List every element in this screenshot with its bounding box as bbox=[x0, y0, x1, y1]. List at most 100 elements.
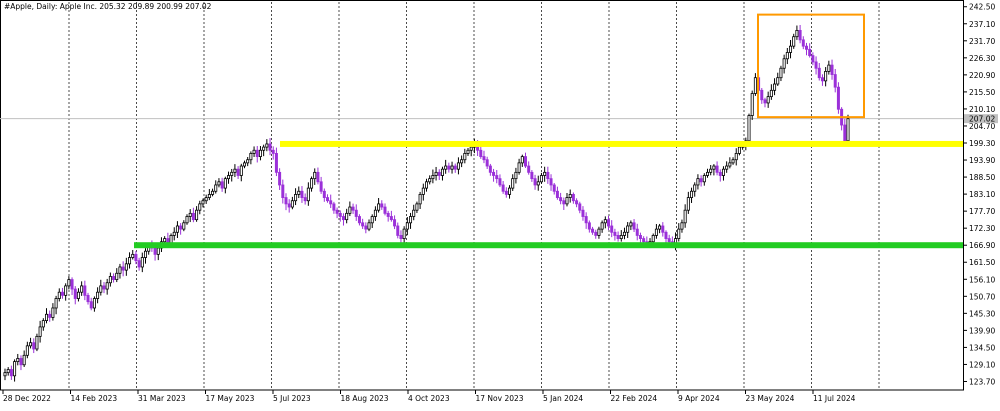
candle bbox=[492, 168, 496, 182]
candle bbox=[287, 199, 291, 213]
candle bbox=[338, 210, 342, 222]
candle-body bbox=[131, 253, 135, 258]
candle bbox=[38, 320, 42, 343]
candle-body bbox=[137, 260, 141, 268]
candle-body bbox=[661, 225, 665, 233]
candle-body bbox=[469, 146, 473, 151]
candle-body bbox=[750, 93, 754, 116]
candle bbox=[415, 201, 419, 214]
candle bbox=[185, 214, 189, 225]
candle bbox=[565, 193, 569, 207]
candle bbox=[99, 279, 103, 296]
candle bbox=[690, 187, 694, 203]
candle-body bbox=[632, 222, 636, 230]
candle-body bbox=[766, 96, 770, 104]
candle bbox=[766, 91, 770, 108]
candle-body bbox=[763, 99, 767, 104]
x-tick-label: 14 Feb 2023 bbox=[71, 394, 118, 403]
candle-body bbox=[721, 168, 725, 176]
candle bbox=[594, 229, 598, 239]
candle-body bbox=[25, 345, 29, 356]
candle-body bbox=[613, 231, 617, 236]
candle-body bbox=[211, 190, 215, 195]
candle-body bbox=[45, 313, 49, 322]
candle bbox=[603, 216, 607, 229]
candle bbox=[814, 56, 818, 75]
candle bbox=[622, 227, 626, 240]
candle-body bbox=[456, 162, 460, 170]
candle bbox=[329, 194, 333, 209]
x-tick-label: 28 Dec 2022 bbox=[3, 394, 51, 403]
candle-body bbox=[492, 171, 496, 176]
candle-body bbox=[233, 168, 237, 173]
candle-body bbox=[431, 175, 435, 180]
candle-body bbox=[41, 320, 45, 328]
candle bbox=[236, 166, 240, 179]
candle-body bbox=[338, 212, 342, 217]
y-tick-label: 210.10 bbox=[969, 105, 995, 114]
candle-body bbox=[239, 165, 243, 176]
candle-body bbox=[594, 231, 598, 236]
candle bbox=[575, 198, 579, 208]
candle-body bbox=[329, 200, 333, 205]
candle bbox=[284, 193, 288, 211]
candle-body bbox=[274, 153, 278, 173]
candle bbox=[172, 227, 176, 241]
x-tick-label: 17 May 2023 bbox=[206, 394, 255, 403]
candle bbox=[83, 280, 87, 301]
candle bbox=[9, 365, 13, 380]
y-tick-label: 220.90 bbox=[969, 71, 995, 80]
candle-body bbox=[268, 143, 272, 151]
candle bbox=[191, 207, 195, 223]
candle-body bbox=[737, 146, 741, 154]
candle bbox=[399, 230, 403, 243]
candle-body bbox=[179, 225, 183, 230]
x-tick-label: 9 Apr 2024 bbox=[678, 394, 720, 403]
candle bbox=[488, 163, 492, 176]
candle bbox=[121, 261, 125, 277]
candle-body bbox=[654, 228, 658, 236]
candle-body bbox=[73, 288, 77, 299]
candle-body bbox=[316, 171, 320, 183]
candle bbox=[677, 223, 681, 242]
candle-body bbox=[498, 178, 502, 186]
candle bbox=[658, 223, 662, 234]
candle bbox=[29, 337, 33, 349]
candle-body bbox=[820, 77, 824, 82]
candle-body bbox=[3, 372, 7, 377]
candle-body bbox=[571, 194, 575, 202]
candle bbox=[175, 221, 179, 239]
candle bbox=[297, 186, 301, 199]
candle bbox=[578, 201, 582, 214]
candle-body bbox=[424, 181, 428, 189]
candle-body bbox=[846, 118, 850, 142]
candle bbox=[16, 353, 20, 366]
candle-body bbox=[536, 181, 540, 186]
candle-body bbox=[568, 194, 572, 198]
candle bbox=[60, 287, 64, 299]
candle-body bbox=[434, 171, 438, 176]
candle bbox=[779, 65, 783, 82]
candle-body bbox=[303, 197, 307, 202]
candle bbox=[568, 189, 572, 203]
price-chart[interactable]: 28 Dec 2022 14 Feb 2023 31 Mar 2023 17 May … bbox=[0, 0, 1000, 406]
candle bbox=[198, 200, 202, 215]
chart-canvas[interactable]: 28 Dec 2022 14 Feb 2023 31 Mar 2023 17 May … bbox=[0, 0, 1000, 406]
candle bbox=[591, 226, 595, 235]
candle bbox=[661, 222, 665, 237]
candle bbox=[728, 157, 732, 169]
candle bbox=[207, 189, 211, 201]
candle-body bbox=[725, 165, 729, 170]
candle bbox=[798, 24, 802, 44]
candle-body bbox=[600, 222, 604, 230]
candle bbox=[463, 148, 467, 164]
y-tick-label: 161.50 bbox=[969, 258, 995, 267]
candle-body bbox=[463, 153, 467, 161]
candle-body bbox=[383, 206, 387, 214]
candle bbox=[220, 177, 224, 192]
candle bbox=[460, 155, 464, 168]
candle bbox=[6, 367, 10, 376]
candle-body bbox=[6, 369, 10, 374]
candle bbox=[112, 273, 116, 283]
candle-body bbox=[399, 235, 403, 239]
